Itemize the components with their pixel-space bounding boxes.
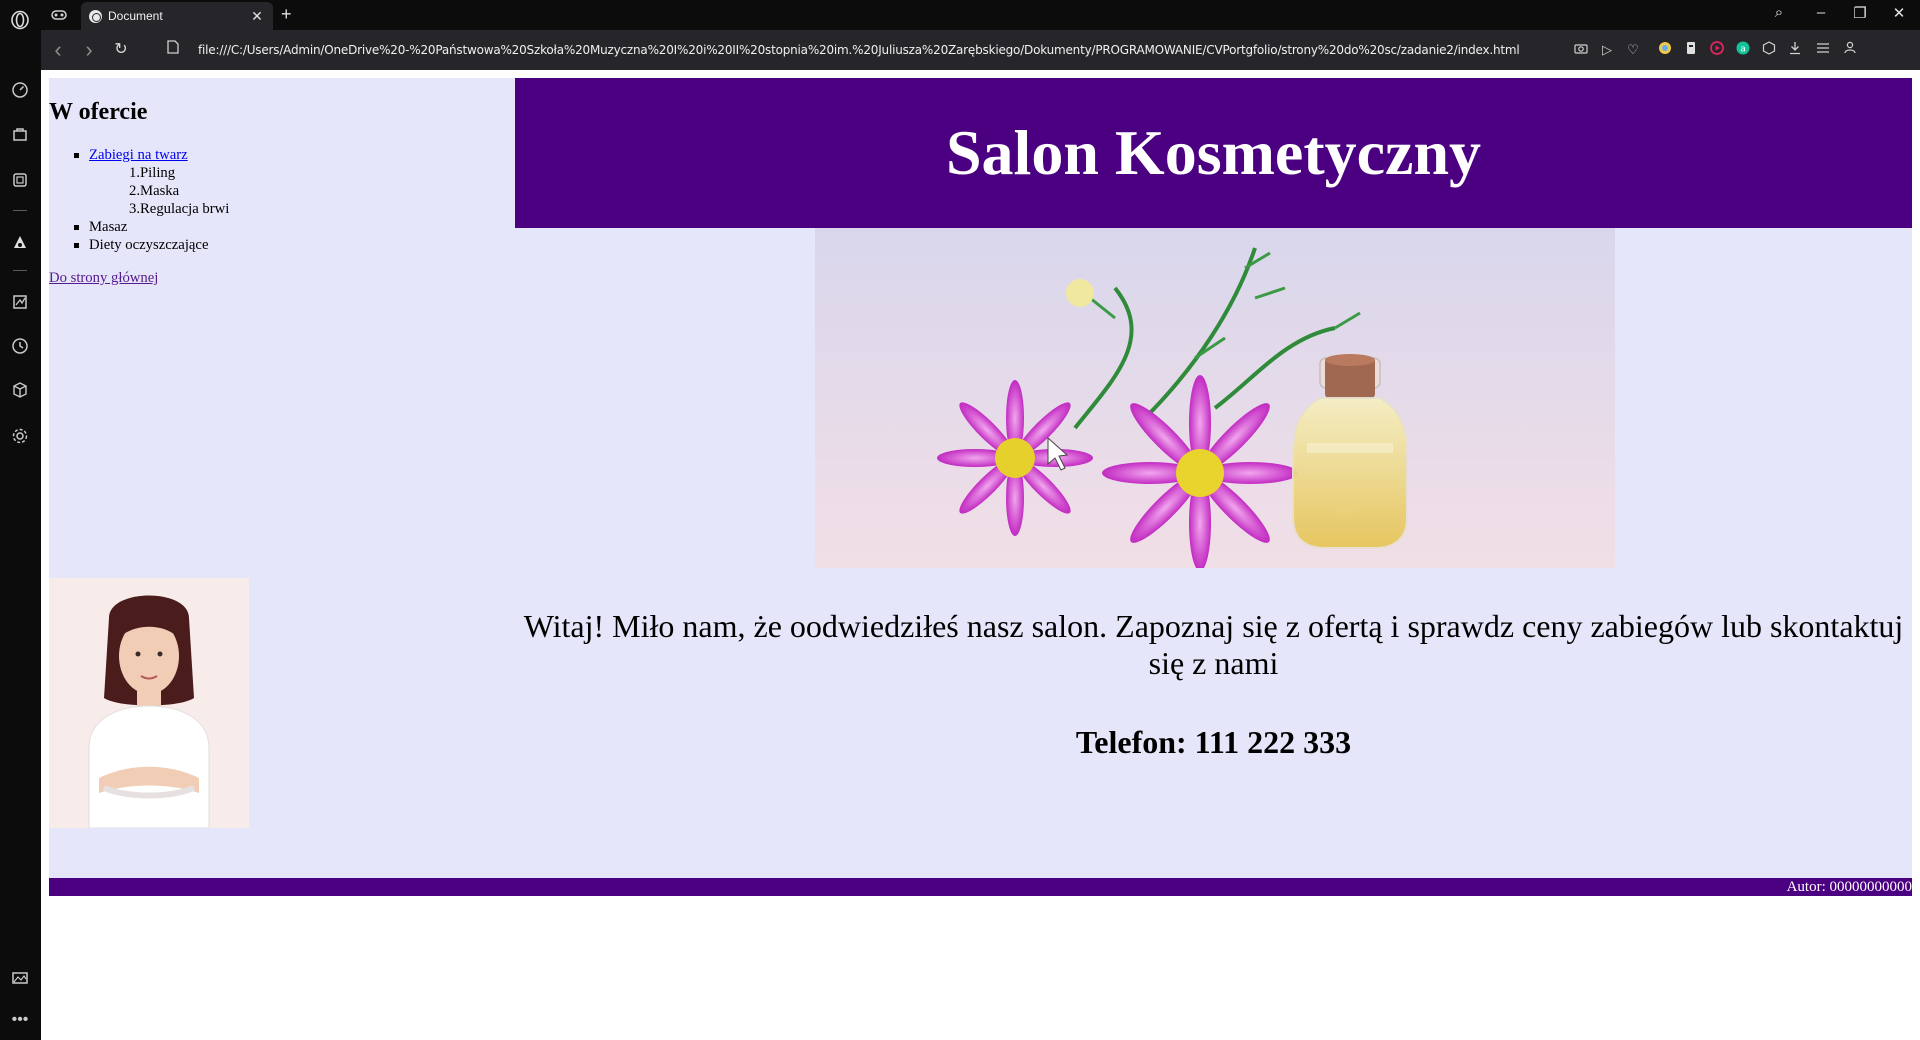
vpn-extension-icon[interactable] xyxy=(1656,41,1674,59)
reload-icon[interactable]: ↻ xyxy=(111,40,131,60)
sub-item-brows: 3.Regulacja brwi xyxy=(129,201,230,217)
page-info-icon[interactable] xyxy=(163,40,183,60)
pinboard-icon[interactable] xyxy=(8,290,32,314)
sub-item-mask: 2.Maska xyxy=(129,183,180,199)
phone-number: Telefon: 111 222 333 xyxy=(1075,724,1352,760)
back-icon[interactable]: ‹ xyxy=(48,39,68,61)
snapshot-camera-icon[interactable] xyxy=(1572,41,1590,59)
tab-document[interactable]: Document ✕ xyxy=(81,2,273,30)
history-clock-icon[interactable] xyxy=(8,334,32,358)
svg-text:a: a xyxy=(1740,45,1746,55)
window-close-icon[interactable]: ✕ xyxy=(1889,4,1909,22)
tab-bar: Document ✕ + ⌕ – ❐ ✕ xyxy=(41,0,1920,30)
new-tab-icon[interactable]: + xyxy=(281,4,292,25)
workspaces-icon[interactable] xyxy=(47,3,71,27)
offer-sidebar: W ofercie Zabiegi na twarz 1.Piling 2.Ma… xyxy=(49,78,505,287)
tab-title: Document xyxy=(108,9,163,23)
site-title: Salon Kosmetyczny xyxy=(945,117,1482,188)
beautician-photo xyxy=(49,578,249,828)
forward-icon[interactable]: › xyxy=(79,39,99,61)
search-icon[interactable]: ⌕ xyxy=(1769,4,1789,21)
offer-list: Zabiegi na twarz 1.Piling 2.Maska 3.Regu… xyxy=(74,146,505,254)
opera-logo-icon[interactable] xyxy=(8,8,32,32)
restore-icon[interactable]: ❐ xyxy=(1850,4,1870,22)
offer-heading: W ofercie xyxy=(49,99,148,125)
extensions-grid-icon[interactable] xyxy=(8,168,32,192)
profile-icon[interactable] xyxy=(1841,41,1859,59)
send-icon[interactable]: ▷ xyxy=(1598,41,1616,59)
wallpaper-icon[interactable] xyxy=(8,966,32,990)
sub-item-piling: 1.Piling xyxy=(129,165,176,181)
url-field[interactable]: file:///C:/Users/Admin/OneDrive%20-%20Pa… xyxy=(198,43,1520,57)
page-footer: Autor: 00000000000 xyxy=(49,878,1912,896)
author-text: Autor: 00000000000 xyxy=(1786,879,1912,895)
page-viewport: W ofercie Zabiegi na twarz 1.Piling 2.Ma… xyxy=(41,70,1920,1040)
face-treatments-sublist: 1.Piling 2.Maska 3.Regulacja brwi xyxy=(129,164,505,218)
browser-sidebar: ••• xyxy=(0,0,41,1040)
site-header: Salon Kosmetyczny xyxy=(515,78,1912,228)
cube-icon[interactable] xyxy=(8,378,32,402)
offer-item-face-treatments: Zabiegi na twarz 1.Piling 2.Maska 3.Regu… xyxy=(74,146,505,218)
offer-item-detox-diets: Diety oczyszczające xyxy=(74,236,505,254)
tab-close-icon[interactable]: ✕ xyxy=(249,8,265,25)
speed-dial-icon[interactable] xyxy=(8,78,32,102)
easy-setup-icon[interactable] xyxy=(1814,41,1832,59)
face-treatments-link[interactable]: Zabiegi na twarz xyxy=(89,147,188,163)
hero-flowers-image xyxy=(815,228,1615,568)
offer-item-massage: Masaz xyxy=(74,218,505,236)
welcome-text: Witaj! Miło nam, że oodwiedziłeś nasz sa… xyxy=(523,608,1904,681)
aria-ai-icon[interactable] xyxy=(8,230,32,254)
shopping-bag-icon[interactable] xyxy=(8,122,32,146)
minimize-icon[interactable]: – xyxy=(1811,4,1831,21)
settings-gear-icon[interactable] xyxy=(8,424,32,448)
download-icon[interactable] xyxy=(1786,41,1804,59)
rail-divider xyxy=(13,210,27,211)
player-extension-icon[interactable] xyxy=(1708,41,1726,59)
more-dots-icon[interactable]: ••• xyxy=(8,1008,32,1032)
home-page-link[interactable]: Do strony głównej xyxy=(49,270,158,287)
address-bar: ‹ › ↻ file:///C:/Users/Admin/OneDrive%20… xyxy=(41,30,1920,70)
heart-icon[interactable]: ♡ xyxy=(1624,41,1642,59)
globe-icon xyxy=(89,9,102,23)
grammar-extension-icon[interactable]: a xyxy=(1734,41,1752,59)
translate-extension-icon[interactable] xyxy=(1682,41,1700,59)
extensions-cube-icon[interactable] xyxy=(1760,41,1778,59)
rail-divider xyxy=(13,270,27,271)
